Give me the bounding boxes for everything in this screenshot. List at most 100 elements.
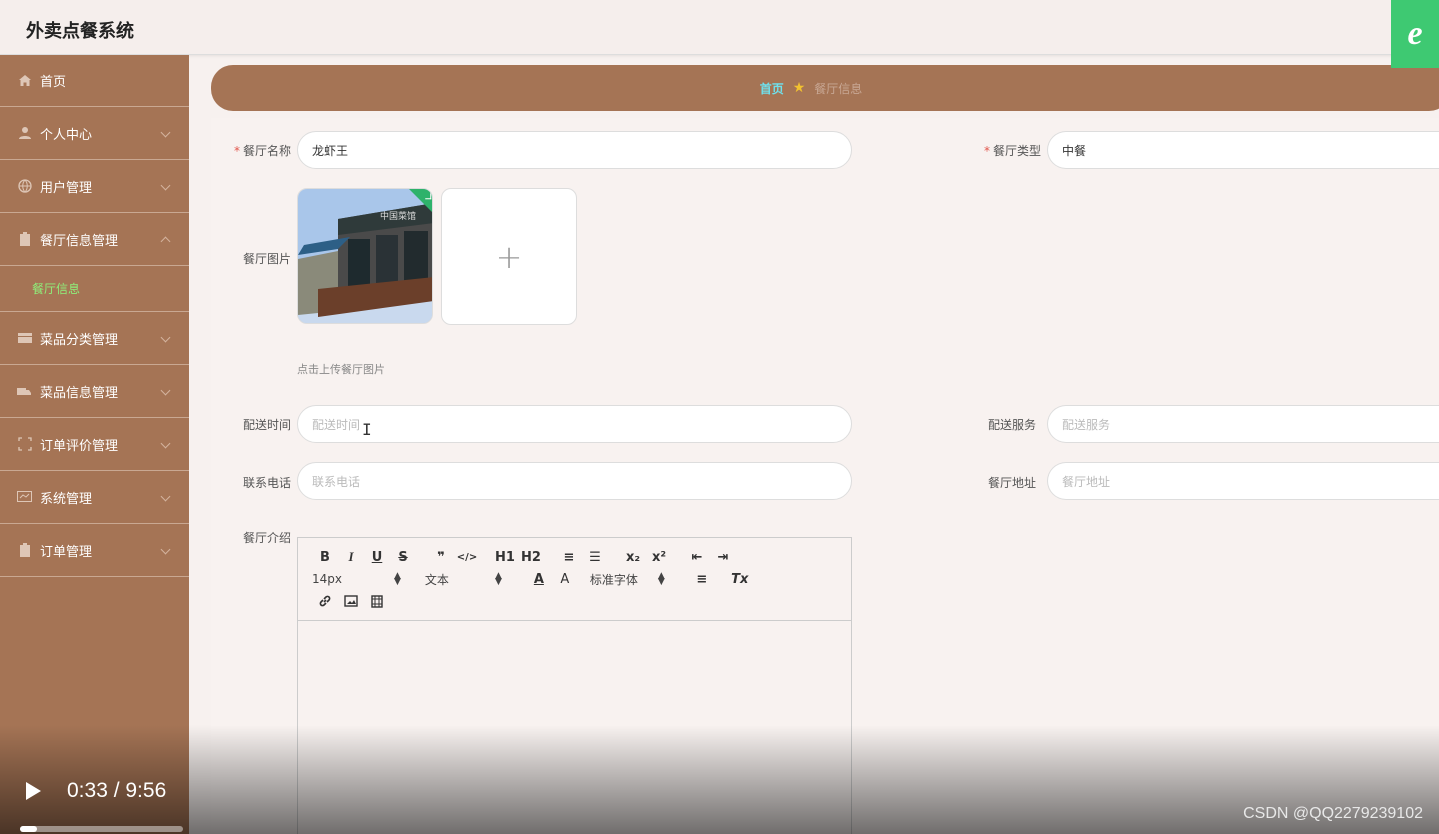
sidebar-item-orders[interactable]: 订单管理 xyxy=(0,524,189,577)
chevron-up-icon xyxy=(160,236,171,247)
font-family-select[interactable]: 标准字体 ▲ ▼ xyxy=(590,571,665,588)
code-block-button[interactable]: </> xyxy=(454,547,480,567)
browser-icon-glyph: e xyxy=(1407,15,1423,52)
sidebar: 首页 个人中心 用户管理 餐厅信息管理 餐厅信息 菜品分类管理 菜品信息管理 订… xyxy=(0,55,189,834)
user-icon xyxy=(17,126,32,140)
underline-button[interactable]: U xyxy=(364,547,390,567)
chevron-down-icon xyxy=(160,180,171,191)
monitor-icon xyxy=(17,490,32,504)
svg-text:中国菜馆: 中国菜馆 xyxy=(380,210,416,222)
intro-label: 餐厅介绍 xyxy=(242,531,291,545)
breadcrumb-current: 餐厅信息 xyxy=(814,81,863,96)
outdent-button[interactable]: ⇤ xyxy=(684,547,710,567)
sidebar-item-home[interactable]: 首页 xyxy=(0,55,189,107)
chevron-down-icon xyxy=(160,385,171,396)
delivery-service-input[interactable]: 配送服务 xyxy=(1047,405,1439,443)
link-icon[interactable] xyxy=(312,591,338,611)
sidebar-item-users[interactable]: 用户管理 xyxy=(0,160,189,213)
upload-hint: 点击上传餐厅图片 xyxy=(297,363,385,376)
chevron-down-icon xyxy=(160,491,171,502)
restaurant-name-label: * 餐厅名称 xyxy=(211,142,291,159)
bullet-list-button[interactable]: ☰ xyxy=(582,547,608,567)
bold-button[interactable]: B xyxy=(312,547,338,567)
video-progress-fill xyxy=(20,826,37,832)
sidebar-item-profile[interactable]: 个人中心 xyxy=(0,107,189,160)
editor-toolbar-row-2: 14px ▲ ▼ 文本 ▲ ▼ A A 标准字体 ▲ ▼ ≡ Tx xyxy=(312,568,851,590)
video-icon[interactable] xyxy=(364,591,390,611)
sidebar-item-label: 餐厅信息管理 xyxy=(40,233,119,249)
ordered-list-button[interactable]: ≡ xyxy=(556,547,582,567)
background-color-button[interactable]: A xyxy=(552,569,578,589)
strike-button[interactable]: S xyxy=(390,547,416,567)
sidebar-item-dish-info[interactable]: 菜品信息管理 xyxy=(0,365,189,418)
sidebar-item-label: 用户管理 xyxy=(40,180,93,196)
restaurant-name-input[interactable]: 龙虾王 xyxy=(297,131,852,169)
browser-icon[interactable]: e xyxy=(1391,0,1439,68)
clipboard-icon xyxy=(17,543,32,557)
rich-text-editor: B I U S ❞ </> H1 H2 ≡ ☰ x₂ x² ⇤ ⇥ 14px ▲… xyxy=(297,537,852,834)
restaurant-photo: 中国菜馆 xyxy=(298,189,432,323)
phone-input[interactable]: 联系电话 xyxy=(297,462,852,500)
app-title: 外卖点餐系统 xyxy=(26,21,134,42)
sidebar-item-label: 订单管理 xyxy=(40,544,93,560)
breadcrumb-home[interactable]: 首页 xyxy=(760,80,784,97)
restaurant-image-label: 餐厅图片 xyxy=(242,252,291,266)
home-icon xyxy=(17,74,32,88)
select-arrows-icon: ▲ ▼ xyxy=(657,571,665,587)
sidebar-item-dish-category[interactable]: 菜品分类管理 xyxy=(0,312,189,365)
upload-image-button[interactable]: + xyxy=(441,188,577,325)
text-cursor-icon: I xyxy=(362,420,372,439)
sidebar-subitem-restaurant-info[interactable]: 餐厅信息 xyxy=(0,266,189,312)
restaurant-type-input[interactable]: 中餐 xyxy=(1047,131,1439,169)
sidebar-item-label: 订单评价管理 xyxy=(40,438,119,454)
sidebar-item-system[interactable]: 系统管理 xyxy=(0,471,189,524)
editor-toolbar-row-1: B I U S ❞ </> H1 H2 ≡ ☰ x₂ x² ⇤ ⇥ xyxy=(312,546,851,568)
globe-icon xyxy=(17,179,32,193)
sidebar-item-order-reviews[interactable]: 订单评价管理 xyxy=(0,418,189,471)
top-header: 外卖点餐系统 xyxy=(0,0,1439,55)
phone-label: 联系电话 xyxy=(242,476,291,490)
heading2-button[interactable]: H2 xyxy=(518,547,544,567)
clear-format-button[interactable]: Tx xyxy=(727,569,753,589)
text-style-select[interactable]: 文本 ▲ ▼ xyxy=(425,571,502,588)
indent-button[interactable]: ⇥ xyxy=(710,547,736,567)
delivery-time-label: 配送时间 xyxy=(242,418,291,432)
font-size-select[interactable]: 14px ▲ ▼ xyxy=(312,572,401,587)
font-color-button[interactable]: A xyxy=(526,569,552,589)
play-icon[interactable] xyxy=(22,780,44,802)
video-progress-bar[interactable] xyxy=(20,826,183,832)
select-arrows-icon: ▲ ▼ xyxy=(494,571,502,587)
star-icon: ★ xyxy=(792,80,806,96)
chevron-down-icon xyxy=(160,544,171,555)
editor-content-area[interactable] xyxy=(298,621,851,834)
chevron-down-icon xyxy=(160,127,171,138)
sidebar-item-label: 菜品分类管理 xyxy=(40,332,119,348)
editor-toolbar: B I U S ❞ </> H1 H2 ≡ ☰ x₂ x² ⇤ ⇥ 14px ▲… xyxy=(298,538,851,621)
heading1-button[interactable]: H1 xyxy=(492,547,518,567)
restaurant-image-thumbnail[interactable]: 中国菜馆 xyxy=(297,188,433,324)
subscript-button[interactable]: x₂ xyxy=(620,547,646,567)
image-icon[interactable] xyxy=(338,591,364,611)
sidebar-item-label: 个人中心 xyxy=(40,127,93,143)
sidebar-item-label: 菜品信息管理 xyxy=(40,385,119,401)
restaurant-type-label-text: 餐厅类型 xyxy=(992,144,1041,158)
superscript-button[interactable]: x² xyxy=(646,547,672,567)
required-mark: * xyxy=(233,144,240,158)
clipboard-icon xyxy=(17,232,32,246)
truck-icon xyxy=(17,384,32,398)
font-size-value: 14px xyxy=(312,572,342,586)
delivery-service-label: 配送服务 xyxy=(987,418,1036,432)
blockquote-button[interactable]: ❞ xyxy=(428,547,454,567)
box-icon xyxy=(17,331,32,345)
sidebar-item-restaurant-info[interactable]: 餐厅信息管理 xyxy=(0,213,189,266)
align-button[interactable]: ≡ xyxy=(689,569,715,589)
plus-icon: + xyxy=(495,237,523,276)
delivery-time-input[interactable]: 配送时间 xyxy=(297,405,852,443)
italic-button[interactable]: I xyxy=(338,547,364,567)
required-mark: * xyxy=(983,144,990,158)
editor-toolbar-row-3 xyxy=(312,590,851,612)
address-input[interactable]: 餐厅地址 xyxy=(1047,462,1439,500)
sidebar-item-label: 系统管理 xyxy=(40,491,93,507)
chevron-down-icon xyxy=(160,332,171,343)
restaurant-type-label: * 餐厅类型 xyxy=(961,142,1041,159)
